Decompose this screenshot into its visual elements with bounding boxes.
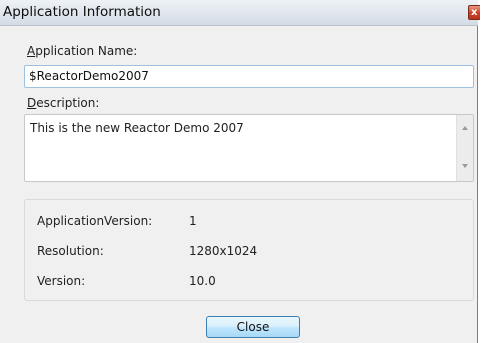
title-bar: Application Information x <box>0 0 480 26</box>
application-name-value: $ReactorDemo2007 <box>29 69 149 83</box>
description-access-key: D <box>27 96 37 110</box>
application-version-value: 1 <box>189 214 197 228</box>
description-label-text: escription: <box>36 96 100 110</box>
application-name-label-text: pplication Name: <box>35 44 138 58</box>
description-value: This is the new Reactor Demo 2007 <box>30 121 244 135</box>
description-scrollbar[interactable] <box>456 115 473 181</box>
version-label: Version: <box>37 274 86 288</box>
application-name-field[interactable]: $ReactorDemo2007 <box>24 65 474 88</box>
close-button[interactable]: Close <box>206 316 300 338</box>
resolution-label: Resolution: <box>37 244 104 258</box>
resolution-value: 1280x1024 <box>189 244 258 258</box>
application-information-dialog: Application Information x Application Na… <box>0 0 480 343</box>
application-version-label: ApplicationVersion: <box>37 214 153 228</box>
dialog-title: Application Information <box>3 4 161 20</box>
application-name-access-key: A <box>27 44 36 58</box>
version-value: 10.0 <box>189 274 216 288</box>
info-panel: ApplicationVersion: 1 Resolution: 1280x1… <box>24 199 474 301</box>
description-label: Description: <box>27 96 99 110</box>
close-icon[interactable]: x <box>468 5 480 20</box>
scroll-down-arrow-icon[interactable] <box>462 164 468 168</box>
application-name-label: Application Name: <box>27 44 137 58</box>
description-field[interactable]: This is the new Reactor Demo 2007 <box>24 114 474 182</box>
scroll-up-arrow-icon[interactable] <box>462 126 468 130</box>
